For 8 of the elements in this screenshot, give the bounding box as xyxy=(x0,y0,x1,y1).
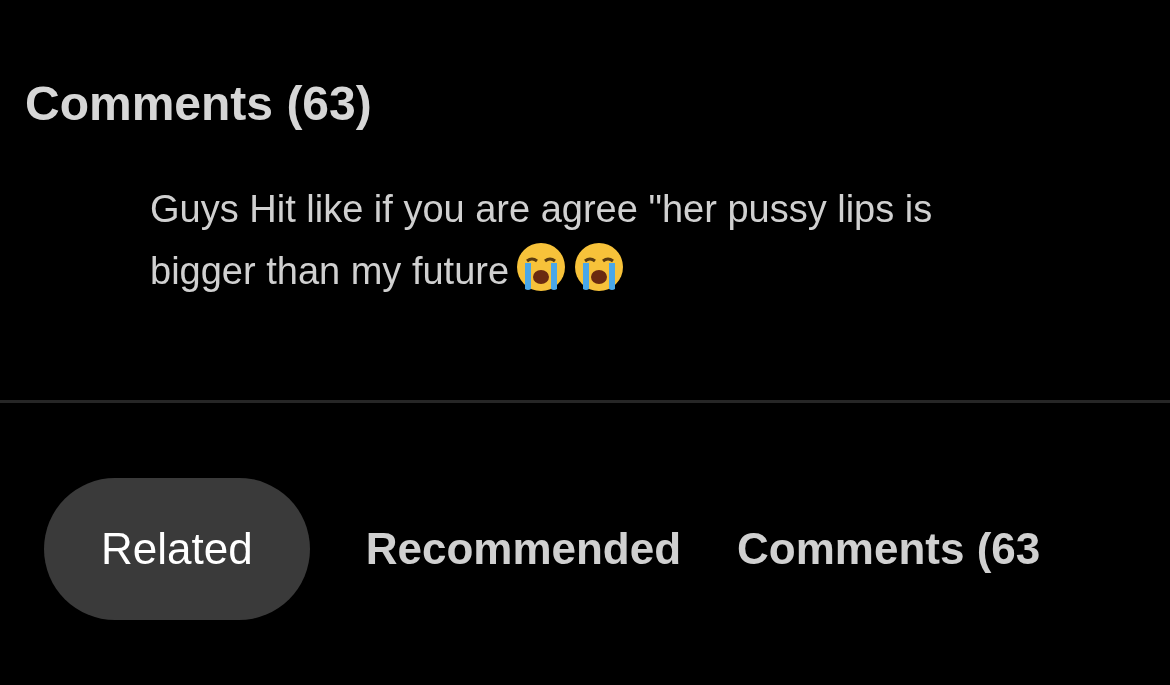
comments-heading: Comments (63) xyxy=(25,80,372,128)
comment-text: Guys Hit like if you are agree "her pussy lips is xyxy=(150,187,933,232)
tab[interactable]: Recommended xyxy=(365,478,682,620)
crying-face-icon xyxy=(515,241,568,293)
crying-face-icon xyxy=(573,241,626,293)
comment-text: bigger than my future xyxy=(150,249,510,294)
tab[interactable]: Related xyxy=(44,478,310,620)
tab[interactable]: Comments (63 xyxy=(737,478,1041,620)
